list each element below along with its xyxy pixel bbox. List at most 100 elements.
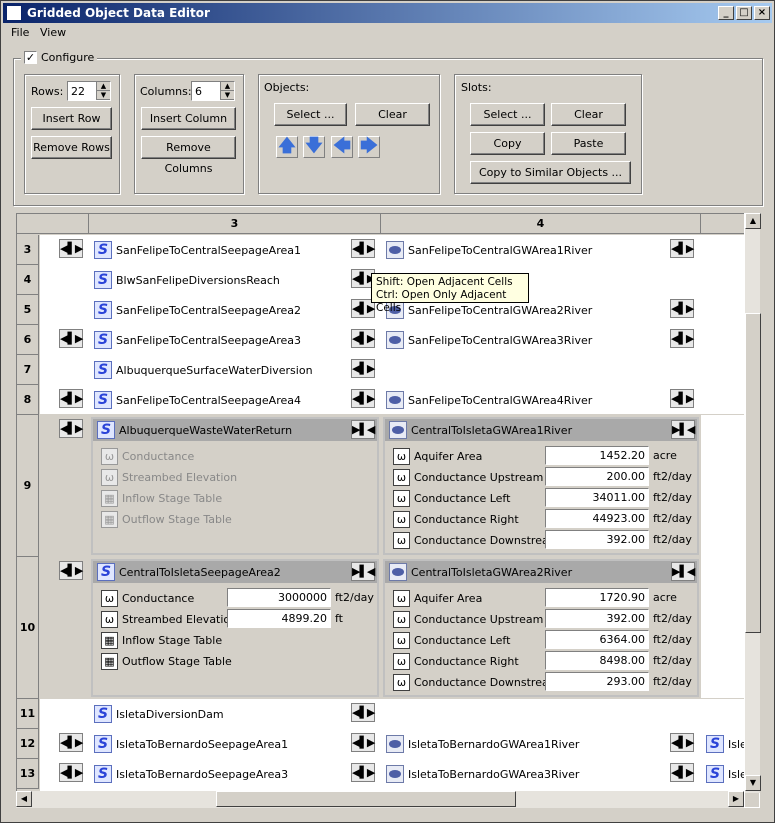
panel-collapse-icon[interactable]: ▶▌◀ (351, 420, 375, 439)
panel-header[interactable]: S CentralToIsletaSeepageArea2 (93, 561, 377, 583)
row-10-expand-icon[interactable]: ◀▌▶ (59, 561, 83, 580)
slot-row[interactable]: ω Conductance Downstream (393, 530, 559, 550)
row-6-expand-icon[interactable]: ◀▌▶ (59, 329, 83, 348)
slot-row[interactable]: ▦ Outflow Stage Table (101, 509, 232, 529)
slot-row[interactable]: ω Streambed Elevation (101, 467, 237, 487)
minimize-button[interactable]: _ (718, 6, 734, 20)
cell-r6-c3[interactable]: S SanFelipeToCentralSeepageArea3 (94, 328, 301, 352)
row-12-expand-icon[interactable]: ◀▌▶ (59, 733, 83, 752)
objects-select-button[interactable]: Select ... (274, 103, 347, 126)
panel-header[interactable]: S AlbuquerqueWasteWaterReturn (93, 419, 377, 441)
row-header-10[interactable]: 10 (17, 557, 39, 699)
panel-collapse-icon[interactable]: ▶▌◀ (671, 420, 695, 439)
row-3-expand-icon[interactable]: ◀▌▶ (59, 239, 83, 258)
slot-value[interactable]: 293.00 (545, 672, 649, 691)
slot-value[interactable]: 3000000 (227, 588, 331, 607)
slots-paste-button[interactable]: Paste (551, 132, 626, 155)
slot-row[interactable]: ▦ Inflow Stage Table (101, 488, 222, 508)
slot-value[interactable]: 4899.20 (227, 609, 331, 628)
cell-r8-c4-expand-icon[interactable]: ◀▌▶ (670, 389, 694, 408)
cell-r3-c4[interactable]: SanFelipeToCentralGWArea1River (386, 238, 592, 262)
configure-toggle[interactable]: ✓ Configure (21, 51, 98, 64)
vertical-scroll-thumb[interactable] (745, 313, 761, 633)
panel-header[interactable]: CentralToIsletaGWArea1River (385, 419, 697, 441)
cell-r8-c4[interactable]: SanFelipeToCentralGWArea4River (386, 388, 592, 412)
columns-value[interactable]: 6 (195, 85, 202, 98)
cell-r7-c3[interactable]: S AlbuquerqueSurfaceWaterDiversion (94, 358, 313, 382)
cell-r13-c4-expand-icon[interactable]: ◀▌▶ (670, 763, 694, 782)
cell-r11-c3-expand-icon[interactable]: ◀▌▶ (351, 703, 375, 722)
column-header-4[interactable]: 4 (381, 214, 701, 234)
horizontal-scroll-thumb[interactable] (216, 791, 516, 807)
row-header-3[interactable]: 3 (17, 235, 39, 265)
insert-column-button[interactable]: Insert Column (141, 107, 236, 130)
slot-row[interactable]: ω Conductance (101, 446, 194, 466)
slot-row[interactable]: ω Conductance Left (393, 488, 510, 508)
slot-row[interactable]: ω Streambed Elevation (101, 609, 237, 629)
slot-row[interactable]: ω Aquifer Area (393, 588, 482, 608)
arrow-left-icon[interactable]: 🡄 (331, 136, 353, 158)
slot-value[interactable]: 1720.90 (545, 588, 649, 607)
remove-columns-button[interactable]: Remove Columns (141, 136, 236, 175)
panel-header[interactable]: CentralToIsletaGWArea2River (385, 561, 697, 583)
cell-r6-c4-expand-icon[interactable]: ◀▌▶ (670, 329, 694, 348)
cell-r6-c3-expand-icon[interactable]: ◀▌▶ (351, 329, 375, 348)
scroll-left-icon[interactable]: ◀ (16, 791, 32, 807)
slot-value[interactable]: 6364.00 (545, 630, 649, 649)
scroll-down-icon[interactable]: ▼ (745, 775, 761, 791)
slot-value[interactable]: 200.00 (545, 467, 649, 486)
slot-row[interactable]: ω Aquifer Area (393, 446, 482, 466)
arrow-up-icon[interactable]: 🡅 (276, 136, 298, 158)
cell-r3-c3-expand-icon[interactable]: ◀▌▶ (351, 239, 375, 258)
row-8-expand-icon[interactable]: ◀▌▶ (59, 389, 83, 408)
row-header-13[interactable]: 13 (17, 759, 39, 789)
close-button[interactable]: × (754, 6, 770, 20)
configure-checkbox[interactable]: ✓ (24, 51, 37, 64)
cell-r13-c3[interactable]: S IsletaToBernardoSeepageArea3 (94, 762, 288, 786)
slot-value[interactable]: 392.00 (545, 530, 649, 549)
row-header-7[interactable]: 7 (17, 355, 39, 385)
slot-row[interactable]: ω Conductance Left (393, 630, 510, 650)
cell-r5-c4-expand-icon[interactable]: ◀▌▶ (670, 299, 694, 318)
cell-r12-c4[interactable]: IsletaToBernardoGWArea1River (386, 732, 579, 756)
column-header-3[interactable]: 3 (89, 214, 381, 234)
cell-r4-c3[interactable]: S BlwSanFelipeDiversionsReach (94, 268, 280, 292)
cell-r7-c3-expand-icon[interactable]: ◀▌▶ (351, 359, 375, 378)
cell-r12-c3-expand-icon[interactable]: ◀▌▶ (351, 733, 375, 752)
cell-r13-c4[interactable]: IsletaToBernardoGWArea3River (386, 762, 579, 786)
slot-row[interactable]: ω Conductance Right (393, 509, 519, 529)
slots-copy-button[interactable]: Copy (470, 132, 545, 155)
cell-r11-c3[interactable]: S IsletaDiversionDam (94, 702, 224, 726)
row-header-5[interactable]: 5 (17, 295, 39, 325)
vertical-scrollbar[interactable]: ▲ ▼ (744, 213, 761, 793)
row-header-6[interactable]: 6 (17, 325, 39, 355)
cell-r3-c4-expand-icon[interactable]: ◀▌▶ (670, 239, 694, 258)
cell-r6-c4[interactable]: SanFelipeToCentralGWArea3River (386, 328, 592, 352)
rows-spin-arrows[interactable]: ▲ ▼ (96, 82, 110, 100)
objects-clear-button[interactable]: Clear (355, 103, 430, 126)
remove-rows-button[interactable]: Remove Rows (31, 136, 112, 159)
slot-row[interactable]: ω Conductance Upstream (393, 467, 543, 487)
slot-value[interactable]: 8498.00 (545, 651, 649, 670)
slots-clear-button[interactable]: Clear (551, 103, 626, 126)
menu-file[interactable]: File (11, 26, 29, 39)
scroll-up-icon[interactable]: ▲ (745, 213, 761, 229)
row-header-9[interactable]: 9 (17, 415, 39, 557)
rows-value[interactable]: 22 (71, 85, 85, 98)
panel-collapse-icon[interactable]: ▶▌◀ (351, 562, 375, 581)
rows-spinner[interactable]: 22 ▲ ▼ (67, 81, 111, 101)
cell-r8-c3-expand-icon[interactable]: ◀▌▶ (351, 389, 375, 408)
cell-r13-c3-expand-icon[interactable]: ◀▌▶ (351, 763, 375, 782)
row-header-4[interactable]: 4 (17, 265, 39, 295)
slot-row[interactable]: ω Conductance Downstream (393, 672, 559, 692)
row-9-expand-icon[interactable]: ◀▌▶ (59, 419, 83, 438)
cell-r5-c3[interactable]: S SanFelipeToCentralSeepageArea2 (94, 298, 301, 322)
slot-row[interactable]: ω Conductance Upstream (393, 609, 543, 629)
cell-r12-c4-expand-icon[interactable]: ◀▌▶ (670, 733, 694, 752)
arrow-right-icon[interactable]: 🡆 (358, 136, 380, 158)
maximize-button[interactable]: □ (736, 6, 752, 20)
slots-select-button[interactable]: Select ... (470, 103, 545, 126)
row-header-12[interactable]: 12 (17, 729, 39, 759)
row-header-8[interactable]: 8 (17, 385, 39, 415)
panel-collapse-icon[interactable]: ▶▌◀ (671, 562, 695, 581)
